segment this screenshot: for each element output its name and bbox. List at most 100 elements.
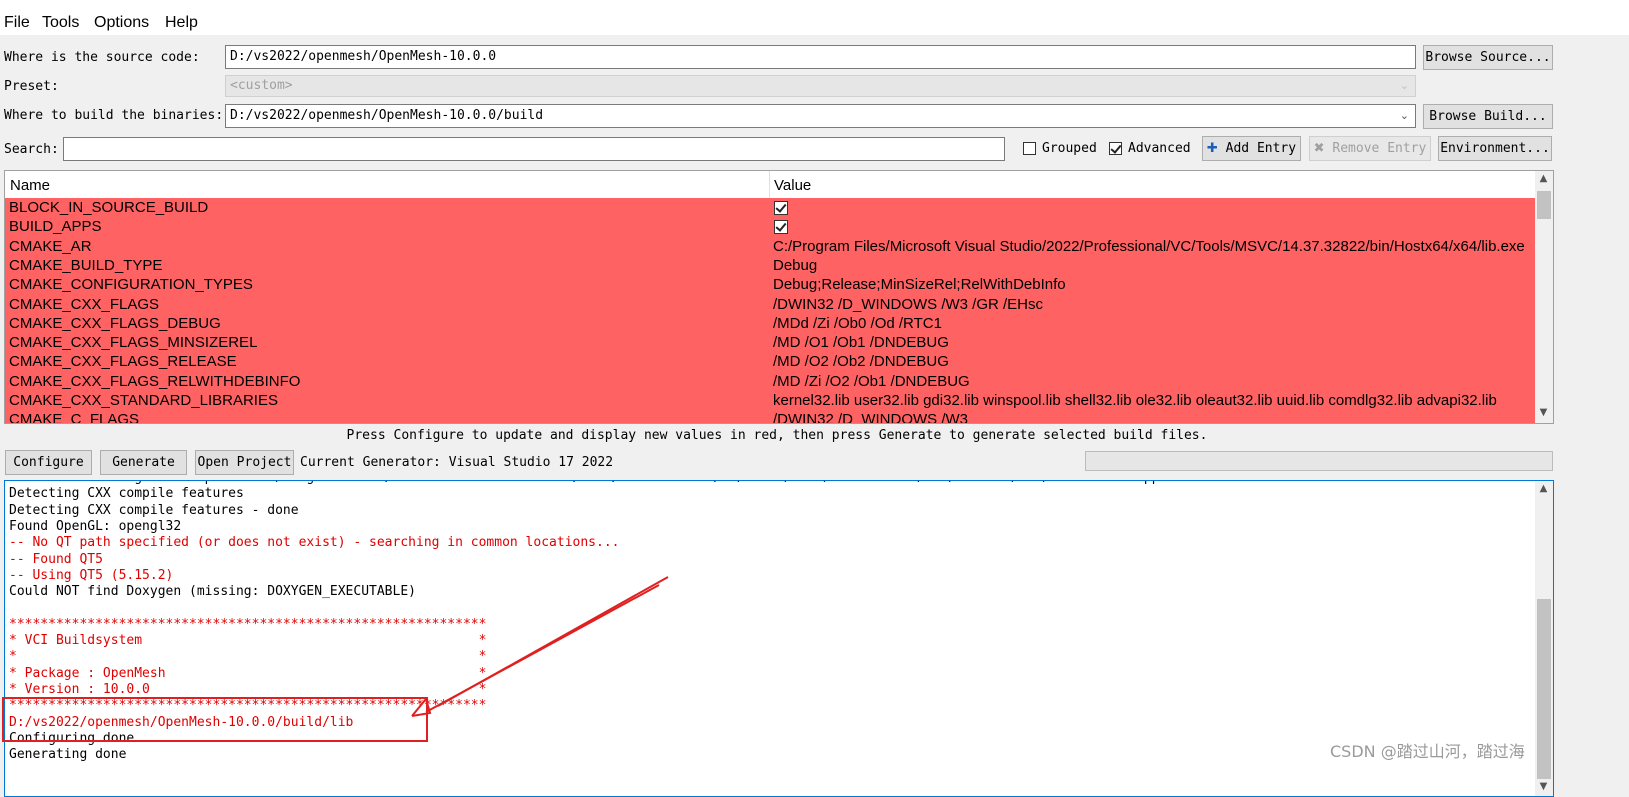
- source-path-input[interactable]: D:/vs2022/openmesh/OpenMesh-10.0.0: [225, 45, 1416, 69]
- cache-entry-name: CMAKE_CXX_FLAGS: [9, 295, 160, 313]
- cache-entry-name: CMAKE_AR: [9, 237, 92, 255]
- table-row[interactable]: CMAKE_CXX_FLAGS_MINSIZEREL/MD /O1 /Ob1 /…: [5, 333, 1535, 352]
- cache-entry-value[interactable]: /MD /Zi /O2 /Ob1 /DNDEBUG: [773, 373, 1533, 390]
- cache-table: Name Value BLOCK_IN_SOURCE_BUILD BUILD_AP…: [4, 170, 1554, 424]
- table-row[interactable]: CMAKE_CXX_STANDARD_LIBRARIES kernel32.lib…: [5, 391, 1535, 410]
- cache-entry-checkbox[interactable]: [774, 201, 788, 215]
- build-path-value: D:/vs2022/openmesh/OpenMesh-10.0.0/build: [230, 108, 544, 123]
- table-row[interactable]: CMAKE_CXX_FLAGS/DWIN32 /D_WINDOWS /W3 /G…: [5, 295, 1535, 314]
- cache-entry-value[interactable]: /MD /O2 /Ob2 /DNDEBUG: [773, 353, 1533, 370]
- cache-entry-value[interactable]: C:/Program Files/Microsoft Visual Studio…: [773, 238, 1533, 255]
- plus-icon: ✚: [1206, 141, 1218, 156]
- log-line: -- Found QT5: [9, 551, 103, 567]
- highlight-box: [2, 697, 428, 742]
- log-line: * VCI Buildsystem *: [9, 633, 487, 648]
- log-line: Detecting CXX compile features - done: [9, 502, 299, 518]
- output-log[interactable]: Check for working CXX compiler: C:/Progr…: [4, 480, 1554, 797]
- log-line: * *: [9, 649, 487, 665]
- chevron-down-icon[interactable]: ⌄: [1400, 105, 1409, 127]
- log-line: Check for working CXX compiler: C:/Progr…: [9, 481, 1175, 486]
- scroll-up-icon[interactable]: ▲: [1535, 173, 1552, 184]
- remove-entry-label: Remove Entry: [1332, 141, 1427, 156]
- chevron-down-icon: ⌄: [1399, 79, 1409, 92]
- menu-bar: File Tools Options Help: [0, 0, 1629, 35]
- table-rows: BLOCK_IN_SOURCE_BUILD BUILD_APPS CMAKE_AR C…: [5, 198, 1535, 424]
- search-input[interactable]: [63, 137, 1005, 161]
- cache-entry-value[interactable]: Debug;Release;MinSizeRel;RelWithDebInfo: [773, 276, 1533, 293]
- watermark: CSDN @踏过山河，踏过海: [1330, 742, 1525, 761]
- cache-entry-value[interactable]: kernel32.lib user32.lib gdi32.lib winspo…: [773, 392, 1533, 409]
- column-divider[interactable]: [769, 171, 770, 198]
- current-generator: Current Generator: Visual Studio 17 2022: [300, 455, 614, 470]
- scroll-down-icon[interactable]: ▼: [1535, 781, 1552, 792]
- table-row[interactable]: CMAKE_C_FLAGS/DWIN32 /D_WINDOWS /W3: [5, 410, 1535, 424]
- table-row[interactable]: CMAKE_CONFIGURATION_TYPES Debug;Release;M…: [5, 275, 1535, 294]
- browse-build-button[interactable]: Browse Build...: [1423, 104, 1553, 129]
- search-label: Search:: [4, 142, 59, 157]
- table-scroll-thumb[interactable]: [1537, 191, 1551, 219]
- table-row[interactable]: CMAKE_CXX_FLAGS_RELWITHDEBINFO/MD /Zi /O…: [5, 372, 1535, 391]
- advanced-checkbox[interactable]: [1109, 142, 1122, 155]
- cache-entry-name: CMAKE_CXX_FLAGS_RELEASE: [9, 353, 237, 371]
- cache-entry-value[interactable]: /DWIN32 /D_WINDOWS /W3 /GR /EHsc: [773, 296, 1533, 313]
- progress-bar: [1085, 451, 1553, 471]
- preset-value: <custom>: [230, 78, 293, 93]
- cache-entry-value[interactable]: /MDd /Zi /Ob0 /Od /RTC1: [773, 315, 1533, 332]
- menu-options[interactable]: Options: [94, 14, 149, 32]
- table-row[interactable]: BLOCK_IN_SOURCE_BUILD: [5, 198, 1535, 217]
- configure-button[interactable]: Configure: [5, 450, 92, 475]
- preset-label: Preset:: [4, 79, 59, 94]
- browse-source-button[interactable]: Browse Source...: [1423, 45, 1553, 70]
- grouped-checkbox[interactable]: [1023, 142, 1036, 155]
- column-name-header[interactable]: Name: [10, 177, 50, 194]
- add-entry-label: Add Entry: [1225, 141, 1297, 156]
- log-line: Detecting CXX compile features: [9, 486, 244, 502]
- log-line: Could NOT find Doxygen (missing: DOXYGEN…: [9, 584, 416, 600]
- build-path-combobox[interactable]: D:/vs2022/openmesh/OpenMesh-10.0.0/build…: [225, 104, 1416, 128]
- menu-tools[interactable]: Tools: [42, 14, 79, 32]
- scroll-down-icon[interactable]: ▼: [1535, 407, 1552, 418]
- cache-entry-checkbox[interactable]: [774, 220, 788, 235]
- remove-entry-button: ✖ Remove Entry: [1309, 136, 1431, 161]
- log-line: Found OpenGL: opengl32: [9, 518, 182, 534]
- menu-file[interactable]: File: [4, 14, 30, 32]
- cache-entry-value[interactable]: /MD /O1 /Ob1 /DNDEBUG: [773, 334, 1533, 351]
- cache-entry-name: CMAKE_CXX_STANDARD_LIBRARIES: [9, 392, 278, 409]
- cache-entry-value[interactable]: /DWIN32 /D_WINDOWS /W3: [773, 411, 1533, 423]
- generate-button[interactable]: Generate: [100, 450, 187, 475]
- cache-entry-name: CMAKE_CXX_FLAGS_DEBUG: [9, 314, 221, 332]
- environment-button[interactable]: Environment...: [1438, 136, 1552, 161]
- open-project-button[interactable]: Open Project: [195, 450, 294, 475]
- log-line: -- No QT path specified (or does not exi…: [9, 535, 620, 551]
- log-line: Generating done: [9, 747, 127, 763]
- table-row[interactable]: CMAKE_CXX_FLAGS_DEBUG/MDd /Zi /Ob0 /Od /…: [5, 314, 1535, 333]
- column-value-header[interactable]: Value: [774, 177, 811, 194]
- scroll-up-icon[interactable]: ▲: [1535, 483, 1552, 494]
- log-scroll-thumb[interactable]: [1537, 599, 1551, 779]
- log-line: * Package : OpenMesh *: [9, 665, 487, 681]
- table-row[interactable]: BUILD_APPS: [5, 217, 1535, 236]
- source-label: Where is the source code:: [4, 50, 200, 65]
- build-label: Where to build the binaries:: [4, 108, 224, 123]
- table-row[interactable]: CMAKE_AR C:/Program Files/Microsoft Visua…: [5, 237, 1535, 256]
- preset-select: <custom> ⌄: [225, 75, 1416, 97]
- cache-entry-name: BLOCK_IN_SOURCE_BUILD: [9, 199, 209, 216]
- cache-entry-name: CMAKE_CXX_FLAGS_MINSIZEREL: [9, 334, 258, 352]
- table-row[interactable]: CMAKE_BUILD_TYPE Debug: [5, 256, 1535, 275]
- cache-entry-name: CMAKE_CONFIGURATION_TYPES: [9, 276, 253, 294]
- remove-icon: ✖: [1313, 141, 1325, 156]
- cache-entry-value[interactable]: Debug: [773, 257, 1533, 274]
- advanced-label: Advanced: [1128, 141, 1191, 156]
- table-scrollbar[interactable]: ▲ ▼: [1535, 171, 1553, 423]
- cache-entry-name: BUILD_APPS: [9, 218, 102, 236]
- cache-entry-name: CMAKE_BUILD_TYPE: [9, 256, 163, 274]
- cache-entry-name: CMAKE_CXX_FLAGS_RELWITHDEBINFO: [9, 372, 301, 390]
- menu-help[interactable]: Help: [165, 14, 198, 32]
- log-scrollbar[interactable]: ▲ ▼: [1535, 481, 1553, 796]
- cache-entry-name: CMAKE_C_FLAGS: [9, 411, 140, 424]
- configure-hint: Press Configure to update and display ne…: [346, 428, 1208, 443]
- log-line: ****************************************…: [9, 616, 487, 632]
- grouped-label: Grouped: [1042, 141, 1097, 156]
- table-row[interactable]: CMAKE_CXX_FLAGS_RELEASE/MD /O2 /Ob2 /DND…: [5, 352, 1535, 371]
- add-entry-button[interactable]: ✚ Add Entry: [1202, 136, 1301, 161]
